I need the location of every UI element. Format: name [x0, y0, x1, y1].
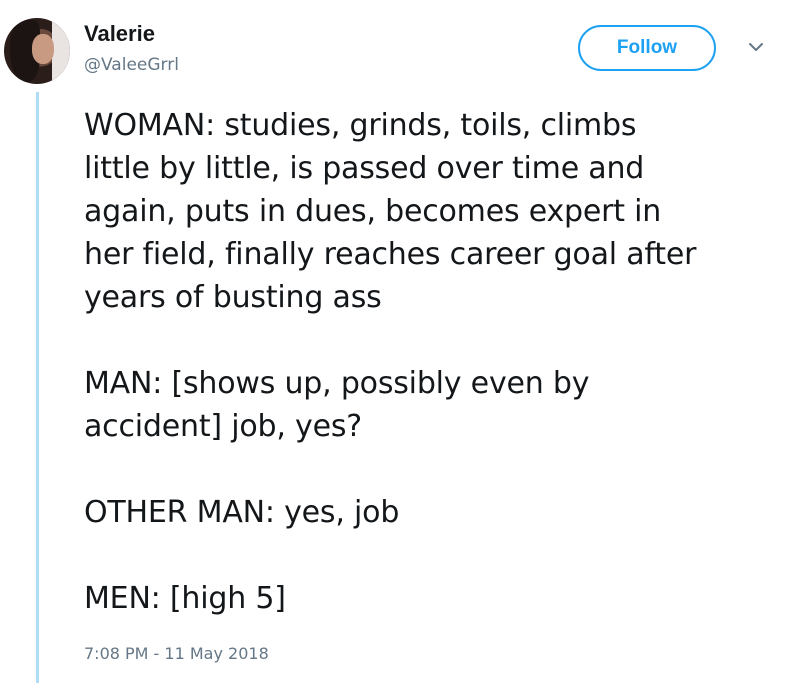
tweet-text: WOMAN: studies, grinds, toils, climbs li… — [84, 104, 784, 655]
text-line: years of busting ass — [84, 280, 382, 315]
author-handle[interactable]: @ValeeGrrl — [84, 55, 179, 75]
tweet-paragraph-other-man: OTHER MAN: yes, job — [84, 491, 784, 534]
thread-line — [36, 92, 39, 683]
text-line: MAN: [shows up, possibly even by — [84, 366, 590, 401]
avatar[interactable] — [4, 18, 70, 84]
tweet-timestamp[interactable]: 7:08 PM - 11 May 2018 — [84, 644, 269, 663]
text-line: OTHER MAN: yes, job — [84, 495, 400, 530]
avatar-background — [52, 18, 70, 84]
text-line: her field, finally reaches career goal a… — [84, 237, 697, 272]
tweet-paragraph-woman: WOMAN: studies, grinds, toils, climbs li… — [84, 104, 784, 319]
avatar-face — [32, 34, 54, 64]
text-line: MEN: [high 5] — [84, 581, 286, 616]
tweet-paragraph-man: MAN: [shows up, possibly even by acciden… — [84, 362, 784, 448]
tweet-paragraph-men: MEN: [high 5] — [84, 577, 784, 620]
follow-button[interactable]: Follow — [578, 25, 716, 71]
text-line: little by little, is passed over time an… — [84, 151, 645, 186]
author-name[interactable]: Valerie — [84, 21, 155, 47]
tweet-card: Valerie @ValeeGrrl Follow WOMAN: studies… — [0, 0, 800, 683]
text-line: again, puts in dues, becomes expert in — [84, 194, 662, 229]
chevron-down-icon[interactable] — [745, 36, 767, 58]
text-line: WOMAN: studies, grinds, toils, climbs — [84, 108, 637, 143]
text-line: accident] job, yes? — [84, 409, 362, 444]
